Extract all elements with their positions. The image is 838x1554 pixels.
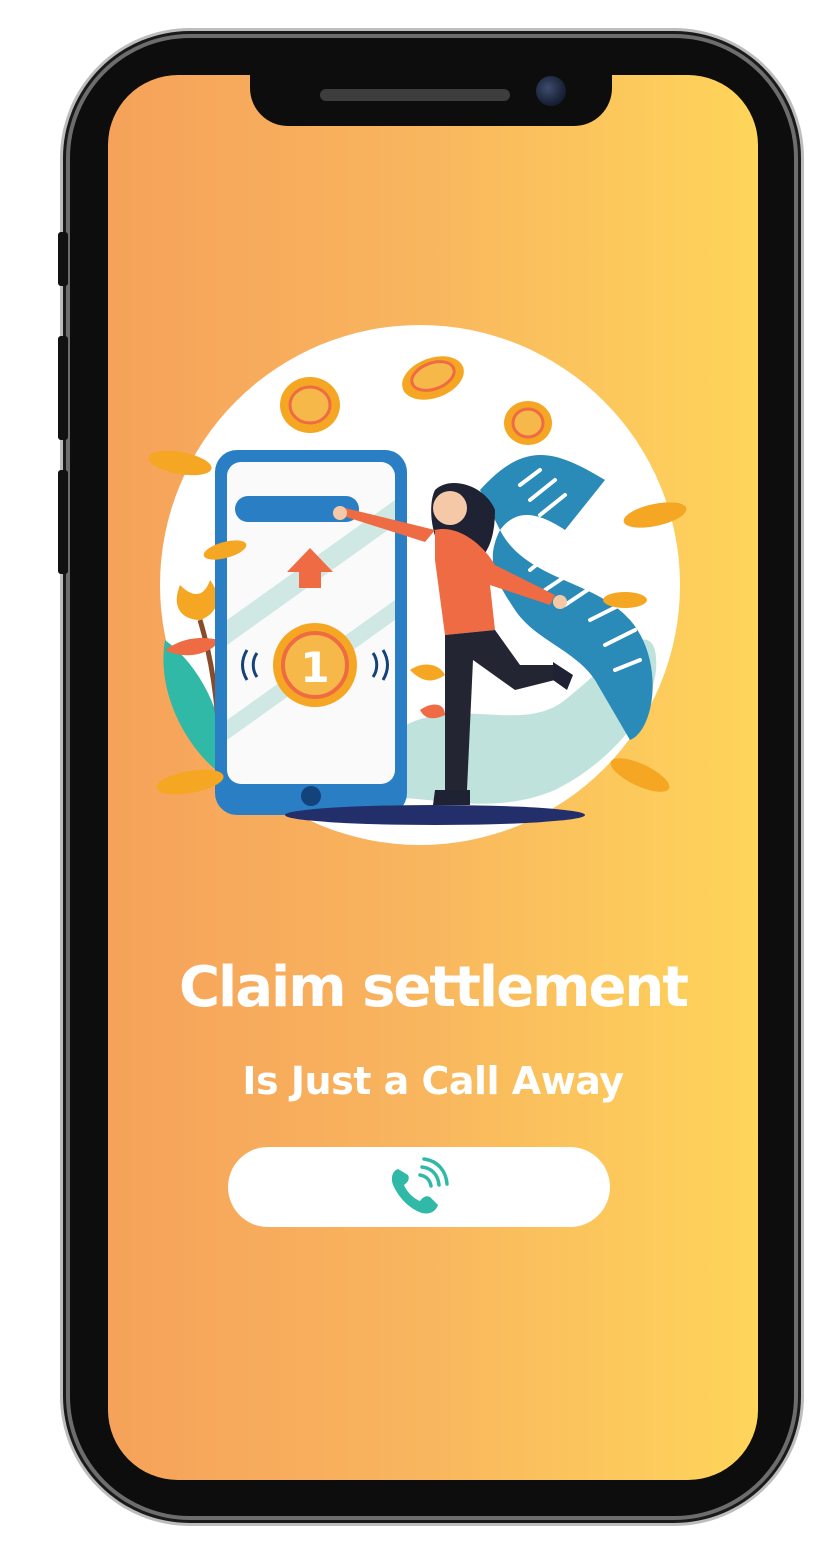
- front-camera: [536, 76, 566, 106]
- coin-icon: 1: [273, 623, 357, 707]
- coin-label: 1: [300, 643, 329, 692]
- phone-call-icon: [391, 1157, 449, 1214]
- coin-icon: [156, 769, 224, 795]
- claim-illustration: 1: [148, 325, 687, 845]
- illustration-phone: 1: [215, 450, 407, 815]
- coin-icon: [280, 377, 340, 433]
- headline: Claim settlement: [178, 955, 689, 1020]
- call-button[interactable]: [228, 1147, 610, 1227]
- coin-icon: [603, 592, 647, 608]
- mute-switch: [58, 232, 68, 286]
- volume-up-button: [58, 336, 68, 440]
- ground-shadow: [285, 805, 585, 825]
- subheadline: Is Just a Call Away: [242, 1059, 624, 1103]
- coin-icon: [504, 401, 552, 445]
- speaker-grille: [320, 89, 510, 101]
- coin-icon: [610, 758, 670, 792]
- volume-down-button: [58, 470, 68, 574]
